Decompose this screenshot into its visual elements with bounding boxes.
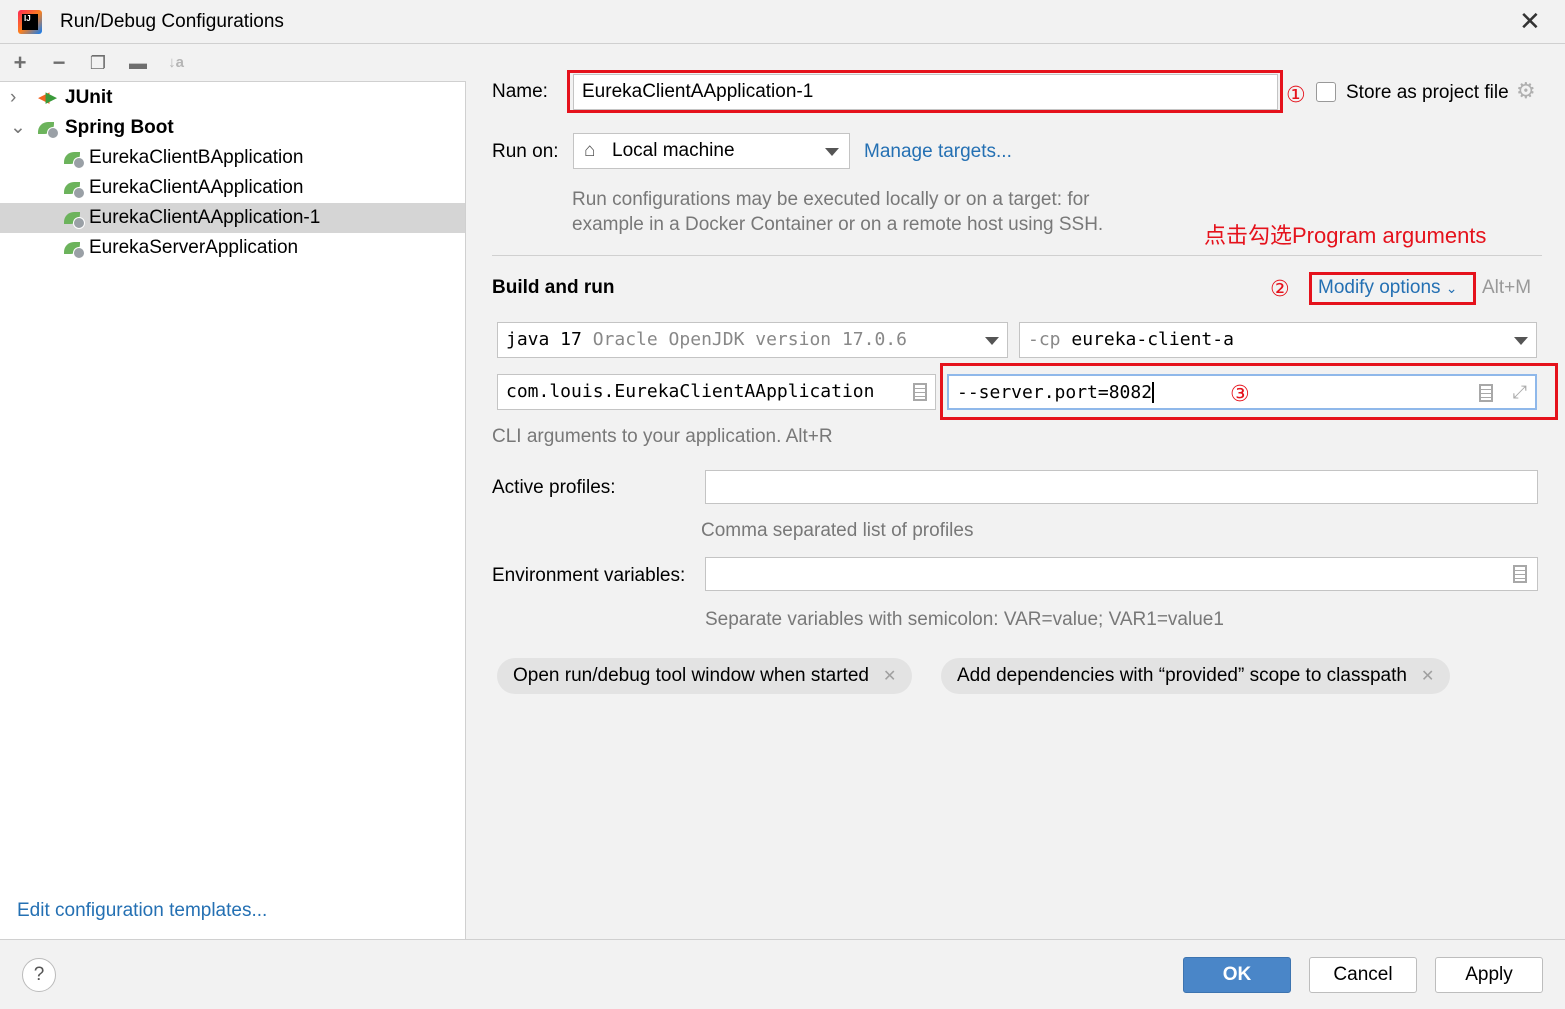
env-hint: Separate variables with semicolon: VAR=v… xyxy=(705,609,1224,630)
sort-icon[interactable]: ↓a xyxy=(165,52,187,74)
store-project-checkbox[interactable] xyxy=(1316,82,1336,102)
tree-group-spring-boot[interactable]: ⌄ Spring Boot xyxy=(0,113,465,143)
annotation-box-1 xyxy=(567,70,1283,113)
tree-item-label: EurekaServerApplication xyxy=(89,237,299,258)
edit-env-icon[interactable] xyxy=(1513,565,1527,583)
gear-icon[interactable]: ⚙ xyxy=(1516,78,1536,104)
spring-boot-icon xyxy=(64,203,86,233)
manage-targets-link[interactable]: Manage targets... xyxy=(864,141,1012,163)
title-bar: IJ Run/Debug Configurations ✕ xyxy=(0,0,1565,44)
section-title: Build and run xyxy=(492,277,615,298)
cli-hint: CLI arguments to your application. Alt+R xyxy=(492,426,833,447)
runon-hint: Run configurations may be executed local… xyxy=(572,189,1090,210)
help-button[interactable]: ? xyxy=(22,958,56,992)
option-chip[interactable]: Add dependencies with “provided” scope t… xyxy=(941,658,1451,694)
store-project-label[interactable]: Store as project file xyxy=(1346,82,1509,104)
spring-boot-icon xyxy=(64,173,86,203)
dropdown-arrow-icon xyxy=(825,148,839,156)
annotation-step-1: ① xyxy=(1286,82,1306,107)
cancel-button[interactable]: Cancel xyxy=(1309,957,1417,993)
chevron-right-icon[interactable]: › xyxy=(10,83,16,113)
divider xyxy=(0,939,1565,940)
remove-chip-icon[interactable]: ✕ xyxy=(1421,668,1434,685)
apply-button[interactable]: Apply xyxy=(1435,957,1543,993)
spring-boot-icon xyxy=(38,113,60,143)
spring-boot-icon xyxy=(64,233,86,263)
dropdown-arrow-icon xyxy=(1514,337,1528,345)
env-variables-input[interactable] xyxy=(705,557,1538,591)
edit-templates-link[interactable]: Edit configuration templates... xyxy=(17,900,267,922)
profiles-label: Active profiles: xyxy=(492,477,616,498)
shortcut-hint: Alt+M xyxy=(1482,277,1532,298)
tree-item-selected[interactable]: EurekaClientAApplication-1 xyxy=(0,203,465,233)
browse-icon[interactable] xyxy=(913,383,927,401)
chevron-down-icon[interactable]: ⌄ xyxy=(10,113,26,143)
add-icon[interactable]: + xyxy=(9,52,31,74)
tree-toolbar: + − ❐ ▬ ↓a xyxy=(0,44,466,82)
intellij-logo-icon: IJ xyxy=(18,10,42,34)
remove-chip-icon[interactable]: ✕ xyxy=(883,668,896,685)
ok-button[interactable]: OK xyxy=(1183,957,1291,993)
env-label: Environment variables: xyxy=(492,565,686,586)
dropdown-arrow-icon xyxy=(985,337,999,345)
tree-item[interactable]: EurekaClientBApplication xyxy=(0,143,465,173)
option-chip[interactable]: Open run/debug tool window when started ✕ xyxy=(497,658,913,694)
remove-icon[interactable]: − xyxy=(48,52,70,74)
main-class-input[interactable]: com.louis.EurekaClientAApplication xyxy=(497,374,936,410)
junit-icon: ◀▶ xyxy=(38,89,58,106)
modify-options-button[interactable]: Modify options ⌄ xyxy=(1318,277,1458,299)
close-icon[interactable]: ✕ xyxy=(1519,6,1541,37)
tree-item-label: EurekaClientBApplication xyxy=(89,147,304,168)
runon-hint: example in a Docker Container or on a re… xyxy=(572,214,1104,235)
runon-select[interactable]: ⌂ Local machine xyxy=(573,133,850,169)
annotation-step-2: ② xyxy=(1270,276,1290,301)
tree-item[interactable]: EurekaServerApplication xyxy=(0,233,465,263)
classpath-select[interactable]: -cp eureka-client-a xyxy=(1019,322,1537,358)
tree-item[interactable]: EurekaClientAApplication xyxy=(0,173,465,203)
profiles-hint: Comma separated list of profiles xyxy=(701,520,974,541)
annotation-step-3: ③ xyxy=(1230,381,1250,406)
tree-item-label: EurekaClientAApplication-1 xyxy=(89,207,321,228)
tree-item-label: EurekaClientAApplication xyxy=(89,177,304,198)
active-profiles-input[interactable] xyxy=(705,470,1538,504)
jdk-select[interactable]: java 17 Oracle OpenJDK version 17.0.6 xyxy=(497,322,1008,358)
chevron-down-icon: ⌄ xyxy=(1445,280,1458,296)
window-title: Run/Debug Configurations xyxy=(60,11,284,32)
new-folder-icon[interactable]: ▬ xyxy=(127,52,149,74)
copy-icon[interactable]: ❐ xyxy=(87,52,109,74)
tree-group-junit[interactable]: › ◀▶ JUnit xyxy=(0,83,465,113)
tree-group-label: Spring Boot xyxy=(65,117,174,138)
tree-group-label: JUnit xyxy=(65,87,113,108)
spring-boot-icon xyxy=(64,143,86,173)
annotation-note: 点击勾选Program arguments xyxy=(1204,223,1487,248)
home-icon: ⌂ xyxy=(584,140,596,161)
name-label: Name: xyxy=(492,81,548,102)
runon-label: Run on: xyxy=(492,141,559,162)
divider xyxy=(492,255,1542,256)
